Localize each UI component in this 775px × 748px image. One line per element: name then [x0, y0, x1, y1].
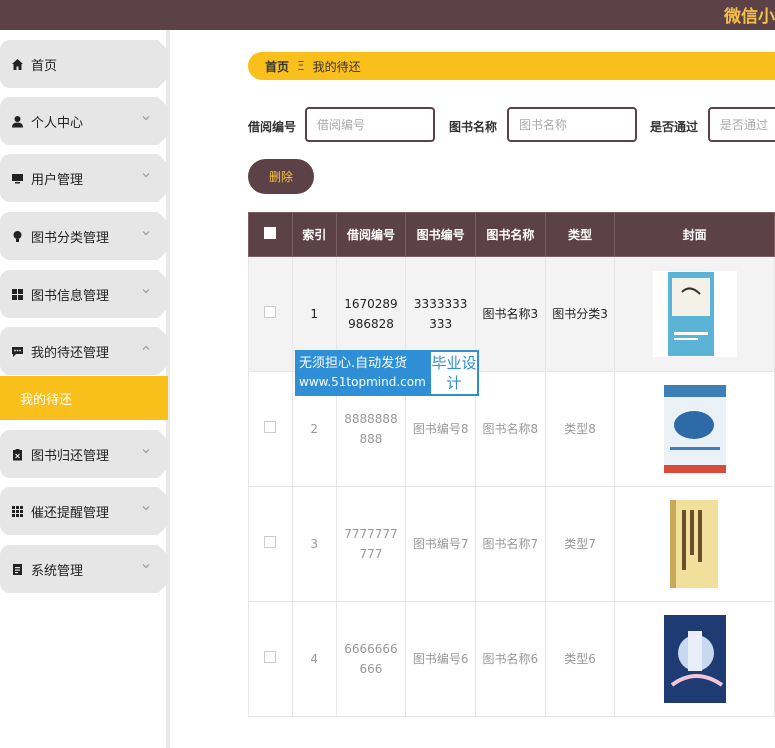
chevron-down-icon	[142, 231, 150, 236]
cell-book-no: 图书编号6	[405, 601, 476, 717]
sidebar-item-label: 首页	[31, 58, 58, 74]
home-icon	[10, 57, 24, 71]
approved-input[interactable]: 是否通过	[708, 107, 775, 142]
watermark-badge: 毕业设计	[429, 350, 479, 396]
chevron-down-icon	[142, 564, 150, 569]
bulb-icon	[10, 229, 24, 243]
cell-borrow-no: 7777777777	[335, 486, 407, 602]
cell-book-name: 图书名称3	[475, 256, 546, 372]
sidebar-item-users[interactable]: 用户管理	[0, 154, 168, 202]
cell-type: 类型7	[544, 486, 616, 602]
book-cover-image	[652, 615, 737, 703]
chevron-down-icon	[142, 506, 150, 511]
cell-cover	[614, 486, 775, 602]
column-header-index: 索引	[291, 212, 337, 257]
sidebar-item-reminders[interactable]: 催还提醒管理	[0, 487, 168, 535]
cell-type: 类型8	[544, 371, 616, 487]
top-bar: 微信小	[0, 0, 775, 30]
watermark-line1: 无须担心.自动发货	[299, 356, 408, 371]
cell-book-name: 图书名称6	[475, 601, 546, 717]
chevron-down-icon	[142, 289, 150, 294]
sidebar-item-label: 个人中心	[31, 115, 84, 131]
sidebar-subitem-label: 我的待还	[20, 392, 73, 408]
clipboard-icon	[10, 447, 24, 461]
breadcrumb-separator: Ξ	[297, 59, 305, 73]
cell-index: 3	[291, 486, 337, 602]
cell-borrow-no: 6666666666	[335, 601, 407, 717]
table-row[interactable]: 3 7777777777 图书编号7 图书名称7 类型7	[248, 486, 775, 602]
column-header-cover: 封面	[614, 212, 775, 257]
cell-book-no: 图书编号7	[405, 486, 476, 602]
chat-icon	[10, 344, 24, 358]
monitor-icon	[10, 171, 24, 185]
book-cover-image	[652, 500, 737, 588]
cell-cover	[614, 371, 775, 487]
select-all-checkbox[interactable]	[248, 212, 293, 257]
book-name-label: 图书名称	[449, 120, 498, 134]
column-header-book-name: 图书名称	[475, 212, 546, 257]
cell-type: 类型6	[544, 601, 616, 717]
sidebar-item-book-return[interactable]: 图书归还管理	[0, 430, 168, 478]
app-title: 微信小	[724, 7, 775, 27]
chevron-down-icon	[142, 116, 150, 121]
chevron-up-icon	[142, 345, 150, 350]
cell-book-name: 图书名称7	[475, 486, 546, 602]
watermark-line2: www.51topmind.com	[299, 375, 426, 389]
sidebar-item-book-category[interactable]: 图书分类管理	[0, 212, 168, 260]
sidebar-item-label: 催还提醒管理	[31, 505, 110, 521]
book-cover-image	[652, 385, 737, 473]
watermark-banner: 无须担心.自动发货 www.51topmind.com 毕业设计	[295, 350, 479, 396]
breadcrumb-current: 我的待还	[312, 59, 361, 74]
sidebar-item-system[interactable]: 系统管理	[0, 545, 168, 593]
column-header-book-no: 图书编号	[405, 212, 476, 257]
sidebar-item-book-info[interactable]: 图书信息管理	[0, 270, 168, 318]
grid-icon	[10, 287, 24, 301]
sidebar-item-label: 用户管理	[31, 172, 84, 188]
cell-book-name: 图书名称8	[475, 371, 546, 487]
row-checkbox[interactable]	[248, 601, 293, 717]
sidebar-item-label: 系统管理	[31, 563, 84, 579]
breadcrumb-home[interactable]: 首页	[265, 58, 289, 75]
user-icon	[10, 114, 24, 128]
row-checkbox[interactable]	[248, 256, 293, 372]
book-name-input[interactable]: 图书名称	[507, 107, 637, 142]
row-checkbox[interactable]	[248, 371, 293, 487]
data-table: 索引 借阅编号 图书编号 图书名称 类型 封面 1 1670289986828 …	[248, 212, 775, 717]
doc-icon	[10, 562, 24, 576]
approved-label: 是否通过	[650, 120, 699, 134]
table-row[interactable]: 4 6666666666 图书编号6 图书名称6 类型6	[248, 601, 775, 717]
sidebar-item-label: 我的待还管理	[31, 345, 110, 361]
cell-index: 4	[291, 601, 337, 717]
sidebar-item-label: 图书归还管理	[31, 448, 110, 464]
sidebar-item-label: 图书分类管理	[31, 230, 110, 246]
breadcrumb: 首页 Ξ 我的待还	[248, 52, 775, 80]
cell-cover	[614, 601, 775, 717]
chevron-down-icon	[142, 449, 150, 454]
apps-icon	[10, 504, 24, 518]
delete-button[interactable]: 删除	[248, 159, 314, 194]
row-checkbox[interactable]	[248, 486, 293, 602]
table-header-row: 索引 借阅编号 图书编号 图书名称 类型 封面	[248, 212, 775, 257]
sidebar-item-my-returns[interactable]: 我的待还管理	[0, 327, 168, 375]
cell-cover	[614, 256, 775, 372]
sidebar-subitem-my-returns[interactable]: 我的待还	[0, 376, 168, 420]
borrow-no-label: 借阅编号	[248, 120, 297, 134]
cell-type: 图书分类3	[544, 256, 616, 372]
sidebar-item-profile[interactable]: 个人中心	[0, 97, 168, 145]
borrow-no-input[interactable]: 借阅编号	[305, 107, 435, 142]
sidebar-item-label: 图书信息管理	[31, 288, 110, 304]
sidebar: 首页 个人中心 用户管理 图书分类管理 图书信息管理 我的待还管理 我的待还 图…	[0, 30, 170, 748]
column-header-borrow-no: 借阅编号	[335, 212, 407, 257]
book-cover-image	[652, 271, 737, 357]
chevron-down-icon	[142, 173, 150, 178]
sidebar-item-home[interactable]: 首页	[0, 40, 168, 88]
column-header-type: 类型	[544, 212, 616, 257]
